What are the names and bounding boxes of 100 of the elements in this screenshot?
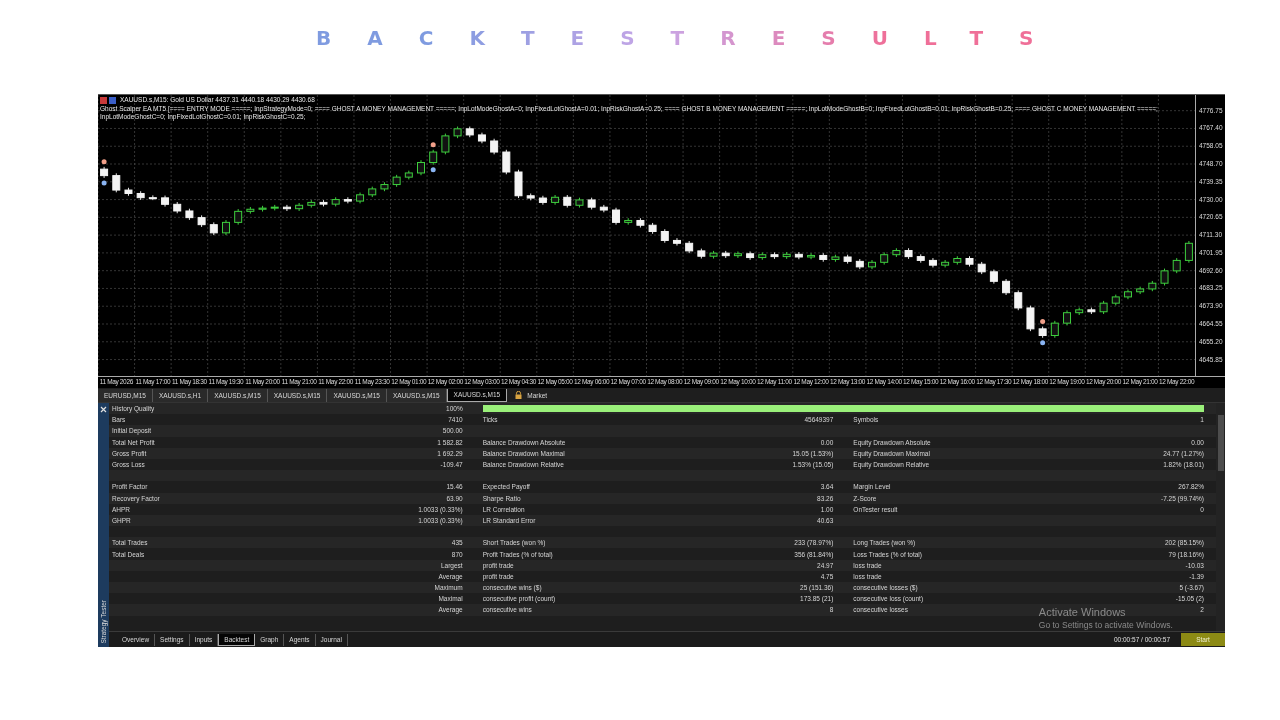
candle bbox=[356, 192, 365, 204]
candle bbox=[307, 199, 316, 209]
candle bbox=[575, 197, 584, 209]
candle bbox=[551, 194, 560, 206]
candle bbox=[733, 250, 742, 259]
scrollbar-thumb[interactable] bbox=[1217, 415, 1224, 471]
candle bbox=[612, 207, 621, 226]
candle bbox=[319, 199, 328, 207]
candle bbox=[136, 190, 145, 201]
candle bbox=[819, 252, 828, 263]
candle bbox=[222, 219, 230, 236]
candle bbox=[782, 251, 791, 260]
candle bbox=[490, 138, 499, 155]
trade-marker bbox=[101, 180, 107, 186]
candle bbox=[380, 181, 389, 192]
candle bbox=[843, 254, 852, 265]
candle bbox=[1136, 286, 1145, 295]
candle bbox=[1172, 257, 1181, 274]
candle bbox=[246, 206, 255, 215]
candle bbox=[648, 222, 657, 235]
activation-title: Activate Windows bbox=[1038, 606, 1127, 618]
candle bbox=[173, 201, 182, 214]
candle bbox=[124, 187, 133, 197]
candle bbox=[282, 204, 291, 212]
candle bbox=[587, 197, 596, 210]
lock-icon bbox=[515, 391, 523, 399]
candle bbox=[1014, 289, 1023, 311]
candle bbox=[185, 208, 194, 221]
candle bbox=[295, 202, 304, 212]
candle bbox=[1111, 294, 1120, 306]
candle bbox=[685, 240, 694, 254]
candle bbox=[148, 194, 157, 201]
candle bbox=[1063, 309, 1071, 326]
candle bbox=[624, 217, 633, 226]
candle bbox=[941, 259, 950, 268]
candle bbox=[429, 149, 438, 166]
trade-marker bbox=[1040, 319, 1046, 325]
candle bbox=[989, 269, 998, 285]
candle bbox=[770, 251, 779, 260]
candle bbox=[514, 169, 523, 199]
candle bbox=[538, 195, 547, 206]
candle bbox=[794, 251, 803, 260]
candle bbox=[1148, 280, 1157, 292]
candle bbox=[477, 132, 486, 144]
candle bbox=[161, 195, 170, 208]
candle bbox=[868, 259, 876, 270]
candle bbox=[660, 228, 669, 244]
candle bbox=[417, 159, 425, 176]
candle bbox=[928, 257, 937, 268]
candle bbox=[721, 250, 730, 259]
candle bbox=[331, 196, 340, 207]
candle bbox=[270, 204, 279, 211]
candle bbox=[965, 255, 974, 267]
candle bbox=[758, 251, 767, 261]
candle bbox=[916, 253, 925, 264]
candle bbox=[1184, 240, 1193, 264]
candle bbox=[831, 254, 840, 263]
candle bbox=[234, 208, 243, 226]
candle bbox=[697, 248, 706, 259]
close-icon[interactable] bbox=[100, 406, 107, 413]
activation-hint: Go to Settings to activate Windows. bbox=[1038, 620, 1173, 630]
candle bbox=[807, 252, 816, 260]
candle bbox=[599, 204, 608, 213]
candle bbox=[1160, 268, 1169, 286]
scrollbar[interactable] bbox=[1216, 403, 1225, 631]
candle bbox=[502, 149, 511, 175]
candle bbox=[1123, 289, 1132, 300]
candle bbox=[112, 172, 121, 193]
candle bbox=[953, 255, 962, 266]
candle bbox=[1099, 300, 1108, 315]
candle bbox=[977, 261, 986, 275]
candle bbox=[465, 126, 474, 138]
candle bbox=[453, 126, 462, 139]
candle bbox=[100, 166, 109, 179]
candle bbox=[258, 205, 267, 213]
candle bbox=[855, 258, 864, 270]
candle bbox=[636, 217, 645, 228]
candle bbox=[1075, 307, 1084, 316]
candle bbox=[1050, 320, 1059, 339]
candle bbox=[746, 250, 755, 261]
candle bbox=[563, 194, 572, 209]
candle bbox=[343, 196, 352, 204]
candle bbox=[1038, 326, 1047, 339]
trade-marker bbox=[101, 159, 107, 165]
trade-marker bbox=[430, 167, 436, 173]
candle bbox=[1087, 307, 1096, 315]
trade-marker bbox=[1040, 340, 1046, 346]
candle bbox=[1026, 305, 1035, 332]
candle bbox=[209, 221, 218, 236]
candle bbox=[880, 251, 889, 266]
candle bbox=[526, 193, 535, 201]
candle bbox=[1002, 278, 1011, 296]
candle bbox=[368, 186, 377, 198]
candle bbox=[892, 247, 901, 258]
trade-marker bbox=[430, 142, 436, 148]
candle bbox=[904, 247, 913, 260]
chart-type-icon bbox=[100, 96, 116, 104]
candle bbox=[441, 133, 450, 155]
candle bbox=[392, 174, 401, 188]
candle bbox=[672, 237, 681, 247]
